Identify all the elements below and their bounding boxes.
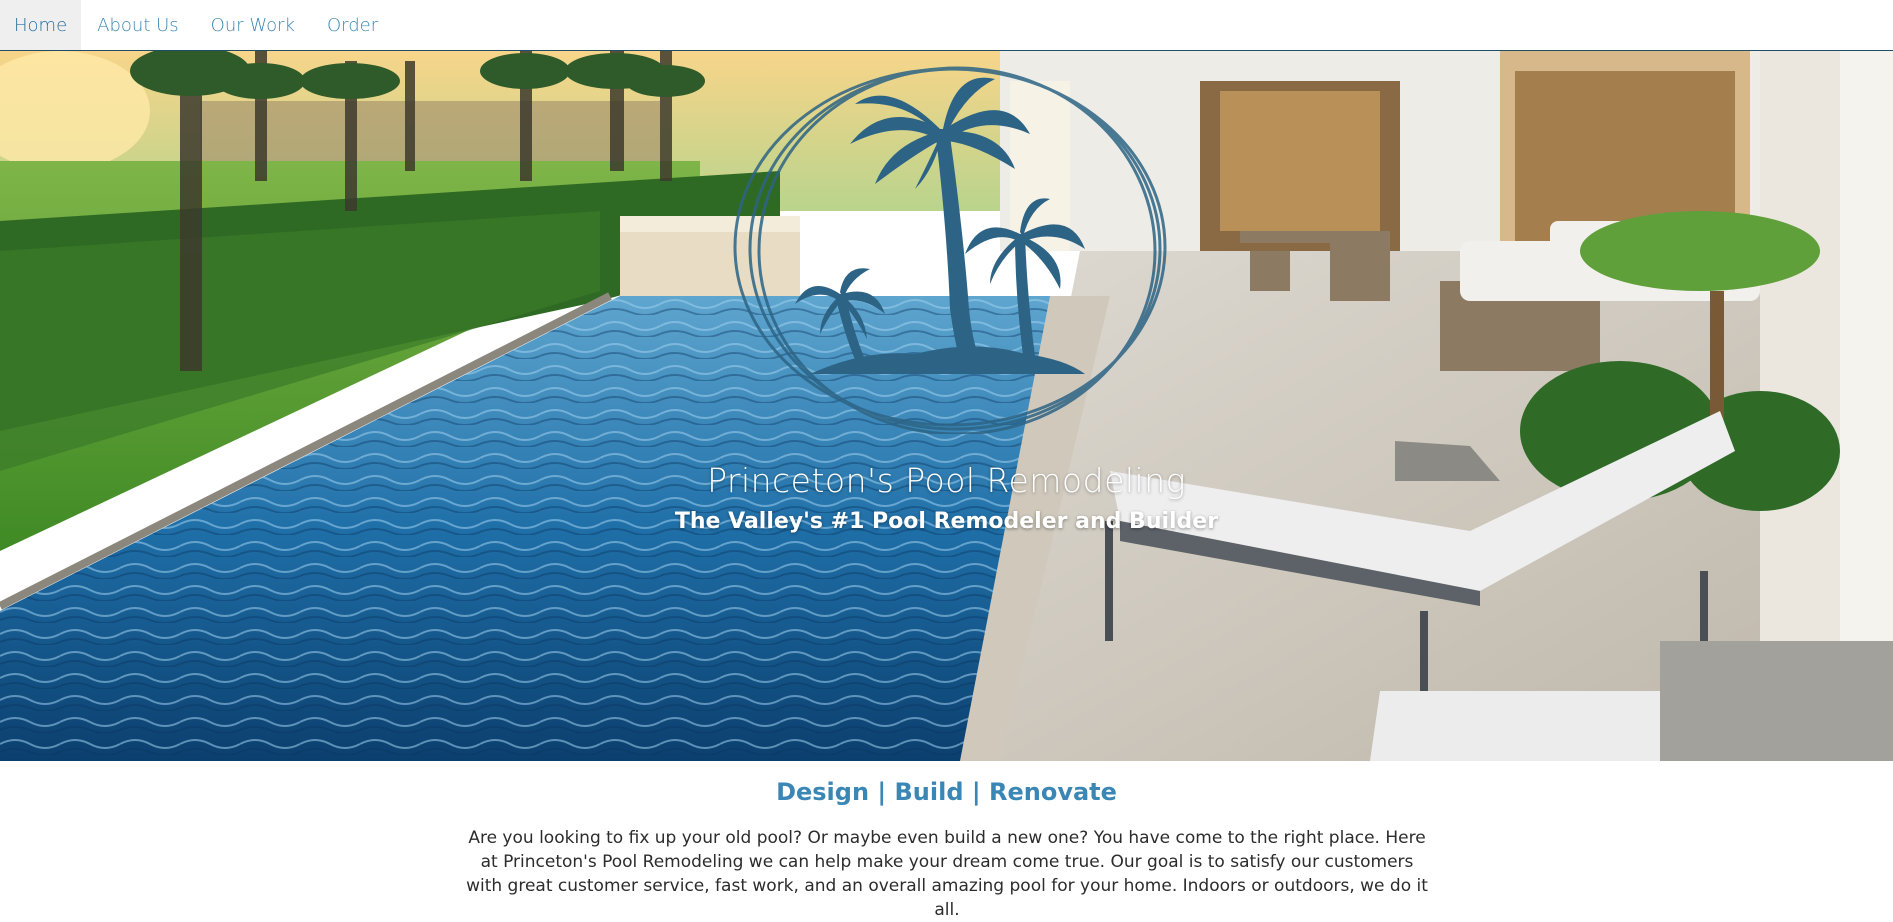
top-navbar: Home About Us Our Work Order — [0, 0, 1893, 51]
hero-subtitle: The Valley's #1 Pool Remodeler and Build… — [674, 509, 1219, 534]
hero-title: Princeton's Pool Remodeling — [707, 461, 1186, 500]
nav-order-link[interactable]: Order — [311, 0, 394, 50]
hero-banner: Princeton's Pool Remodeling The Valley's… — [0, 51, 1893, 761]
palm-trees-logo-icon — [733, 66, 1167, 434]
services-tagline: Design | Build | Renovate — [776, 778, 1117, 806]
nav-our-work-link[interactable]: Our Work — [195, 0, 311, 50]
intro-paragraph: Are you looking to fix up your old pool?… — [466, 828, 1428, 920]
nav-home-link[interactable]: Home — [0, 0, 82, 50]
nav-about-us-link[interactable]: About Us — [81, 0, 195, 50]
